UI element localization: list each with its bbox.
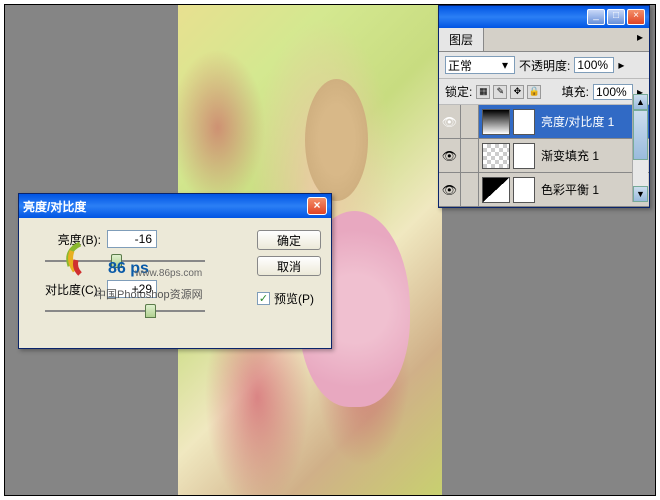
layer-mask-thumbnail[interactable]	[513, 109, 535, 135]
layer-row[interactable]: 👁 渐变填充 1	[439, 139, 649, 173]
lock-transparency-icon[interactable]: ▦	[476, 85, 490, 99]
fill-input[interactable]: 100%	[593, 84, 633, 100]
blend-mode-value: 正常	[448, 57, 472, 74]
scroll-up-icon[interactable]: ▲	[633, 94, 648, 110]
panel-tabs: 图层 ▸	[439, 28, 649, 52]
link-column[interactable]	[461, 139, 479, 172]
layer-row[interactable]: 👁 色彩平衡 1	[439, 173, 649, 207]
link-column[interactable]	[461, 173, 479, 206]
link-column[interactable]	[461, 105, 479, 138]
dialog-title-text: 亮度/对比度	[23, 198, 307, 215]
layer-mask-thumbnail[interactable]	[513, 177, 535, 203]
scroll-down-icon[interactable]: ▼	[633, 186, 648, 202]
scroll-thumb[interactable]	[633, 110, 648, 160]
brightness-input[interactable]	[107, 230, 157, 248]
maximize-icon[interactable]: □	[607, 9, 625, 25]
minimize-icon[interactable]: _	[587, 9, 605, 25]
fill-label: 填充:	[562, 83, 589, 100]
lock-all-icon[interactable]: 🔒	[527, 85, 541, 99]
layer-list: 👁 亮度/对比度 1 👁 渐变填充 1 👁 色彩平衡 1	[439, 105, 649, 207]
lock-label: 锁定:	[445, 83, 472, 100]
close-icon[interactable]: ×	[307, 197, 327, 215]
layer-mask-thumbnail[interactable]	[513, 143, 535, 169]
photo-subject-hair	[305, 79, 368, 202]
ok-button[interactable]: 确定	[257, 230, 321, 250]
brightness-slider-thumb[interactable]	[111, 254, 122, 268]
dialog-titlebar[interactable]: 亮度/对比度 ×	[19, 194, 331, 218]
chevron-down-icon: ▾	[498, 58, 512, 72]
layer-thumbnail[interactable]	[482, 177, 510, 203]
visibility-eye-icon[interactable]: 👁	[439, 173, 461, 206]
opacity-input[interactable]: 100%	[574, 57, 614, 73]
watermark-cn-text: 中国Photoshop资源网	[95, 286, 203, 302]
lock-paint-icon[interactable]: ✎	[493, 85, 507, 99]
preview-label: 预览(P)	[274, 290, 314, 307]
layer-thumbnail[interactable]	[482, 143, 510, 169]
layer-thumbnail[interactable]	[482, 109, 510, 135]
layer-row[interactable]: 👁 亮度/对比度 1	[439, 105, 649, 139]
panel-menu-icon[interactable]: ▸	[631, 28, 649, 51]
visibility-eye-icon[interactable]: 👁	[439, 105, 461, 138]
close-icon[interactable]: ×	[627, 9, 645, 25]
layers-panel: _ □ × 图层 ▸ 正常 ▾ 不透明度: 100% ▸ 锁定: ▦ ✎ ✥ 🔒…	[438, 5, 650, 208]
lock-move-icon[interactable]: ✥	[510, 85, 524, 99]
contrast-slider[interactable]	[45, 302, 205, 320]
cancel-button[interactable]: 取消	[257, 256, 321, 276]
preview-checkbox[interactable]: ✓	[257, 292, 270, 305]
contrast-slider-thumb[interactable]	[145, 304, 156, 318]
layer-scrollbar[interactable]: ▲ ▼	[632, 94, 648, 202]
watermark-url: www.86ps.com	[135, 268, 202, 279]
opacity-label: 不透明度:	[519, 57, 570, 74]
tab-layers[interactable]: 图层	[439, 28, 484, 51]
slider-track	[45, 310, 205, 312]
chevron-right-icon[interactable]: ▸	[618, 58, 624, 72]
watermark-logo-icon	[60, 236, 110, 276]
visibility-eye-icon[interactable]: 👁	[439, 139, 461, 172]
blend-mode-select[interactable]: 正常 ▾	[445, 56, 515, 74]
panel-titlebar[interactable]: _ □ ×	[439, 6, 649, 28]
